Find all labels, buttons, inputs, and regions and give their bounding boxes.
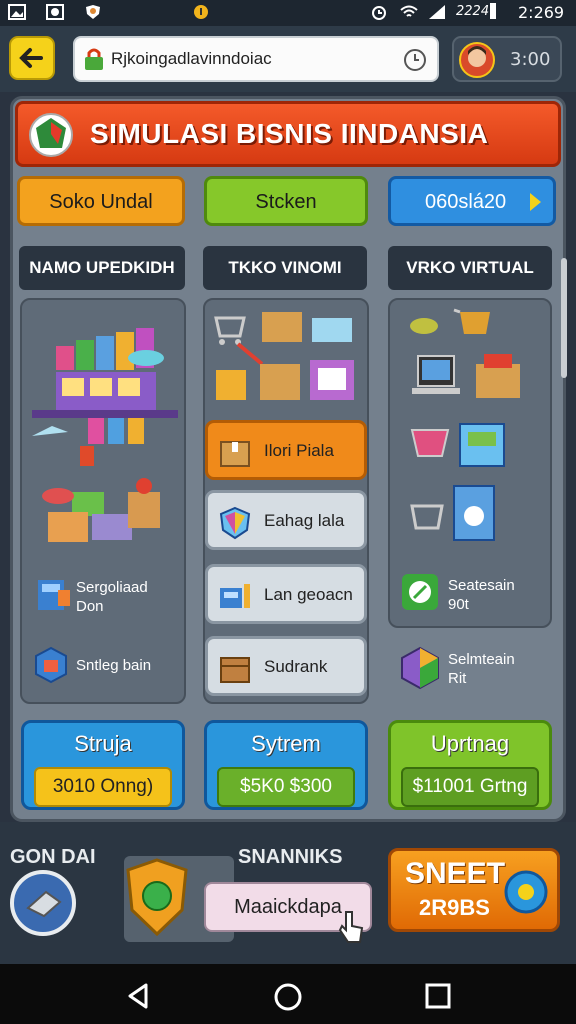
action-title: Uprtnag [430, 731, 510, 756]
alarm-icon [372, 6, 386, 20]
col1-item1-label[interactable]: Sergoliaad Don [76, 578, 148, 616]
bottom-center-label: SNANNIKS [238, 846, 343, 868]
tab-dropdown-label: 060slá20 [425, 191, 507, 213]
action-value: 3010 Onng) [34, 767, 172, 807]
back-button[interactable] [9, 36, 55, 80]
notification-icon [194, 5, 208, 19]
register-icon [220, 584, 250, 608]
col2-item-sudrank[interactable]: Sudrank [205, 636, 367, 696]
tab-soko-undal[interactable]: Soko Undal [17, 176, 185, 226]
gallery-icon [8, 4, 26, 20]
col3-item2-label: Selmteain Rit [448, 651, 515, 687]
shopping-items-illustration [214, 312, 354, 400]
shield-icon [86, 5, 100, 19]
col3-item1-label[interactable]: Seatesain 90t [448, 576, 515, 614]
sneet-line1: SNEET [405, 857, 506, 890]
shop-building-illustration [32, 328, 178, 542]
bottom-left-label: GON DAI [10, 846, 96, 868]
action-button-sytrem[interactable]: Sytrem $5K0 $300 [204, 720, 368, 810]
cabinet-icon [38, 580, 70, 610]
leaf-icon [402, 574, 438, 610]
col2-item-eahag-lala[interactable]: Eahag lala [205, 490, 367, 550]
col3-item1-icon-box [400, 572, 440, 612]
pointer-hand-icon [338, 911, 364, 943]
eraser-icon [26, 890, 62, 918]
wifi-icon [400, 5, 418, 17]
status-time: 2:269 [518, 3, 565, 22]
action-value: $11001 Grtng [401, 767, 539, 807]
status-bar: 2224 2:269 [0, 0, 576, 26]
col2-item-ilori-piala[interactable]: Ilori Piala [205, 420, 367, 480]
col2-item-label: Lan geoacn [264, 585, 353, 604]
back-arrow-icon [19, 48, 43, 68]
action-button-struja[interactable]: Struja 3010 Onng) [21, 720, 185, 810]
avatar [459, 42, 495, 78]
col2-item-label: Ilori Piala [264, 441, 334, 460]
col2-item-lan-geoacn[interactable]: Lan geoacn [205, 564, 367, 624]
tab-dropdown[interactable]: 060slá20 [388, 176, 556, 226]
signal-icon [429, 5, 445, 19]
url-text: Rjkoingadlavinndoiac [111, 49, 272, 68]
col1-item1-icon-box [34, 574, 74, 614]
col1-item2-label: Sntleg bain [76, 657, 152, 674]
tab-stcken[interactable]: Stcken [204, 176, 368, 226]
battery-icon [490, 3, 496, 19]
chevron-right-icon [530, 193, 541, 211]
url-bar[interactable]: Rjkoingadlavinndoiac [73, 36, 439, 82]
badge-shield-icon[interactable] [124, 858, 190, 938]
gear-badge-icon [504, 870, 548, 914]
logo-icon [29, 113, 73, 157]
carrier-label: 2224 [456, 4, 490, 19]
gem-shield-icon [219, 506, 251, 540]
sneet-button[interactable]: SNEET 2R9BS [388, 848, 560, 932]
column-header-1: NAMO UPEDKIDH [19, 246, 185, 290]
page-title: SIMULASI BISNIS IINDANSIA [90, 118, 489, 149]
back-triangle-icon[interactable] [124, 982, 152, 1010]
column-header-2: TKKO VINOMI [203, 246, 367, 290]
cube-icon [401, 646, 439, 690]
home-circle-icon[interactable] [273, 982, 303, 1012]
clock-icon[interactable] [403, 48, 427, 72]
system-nav-bar [0, 964, 576, 1024]
eraser-button[interactable] [10, 870, 76, 936]
col1-item2[interactable]: Sntleg bain [24, 636, 184, 696]
virtual-store-illustration [410, 308, 520, 541]
column-header-3: VRKO VIRTUAL [388, 246, 552, 290]
sneet-line2: 2R9BS [419, 895, 490, 920]
action-button-uprtnag[interactable]: Uprtnag $11001 Grtng [388, 720, 552, 810]
package-icon [220, 441, 250, 467]
lock-icon [85, 48, 103, 70]
recents-square-icon[interactable] [424, 982, 452, 1010]
image-icon [46, 4, 64, 20]
col2-item-label: Sudrank [264, 657, 328, 676]
scrollbar[interactable] [561, 258, 567, 378]
action-value: $5K0 $300 [217, 767, 355, 807]
action-title: Sytrem [251, 731, 321, 756]
time-badge: 3:00 [510, 49, 551, 70]
col2-item-label: Eahag lala [264, 511, 345, 530]
col3-item2[interactable]: Selmteain Rit [392, 640, 552, 698]
box-icon [35, 646, 67, 684]
title-banner: SIMULASI BISNIS IINDANSIA [15, 101, 561, 167]
action-title: Struja [74, 731, 132, 756]
crate-icon [220, 657, 250, 683]
profile-badge[interactable]: 3:00 [452, 36, 562, 82]
